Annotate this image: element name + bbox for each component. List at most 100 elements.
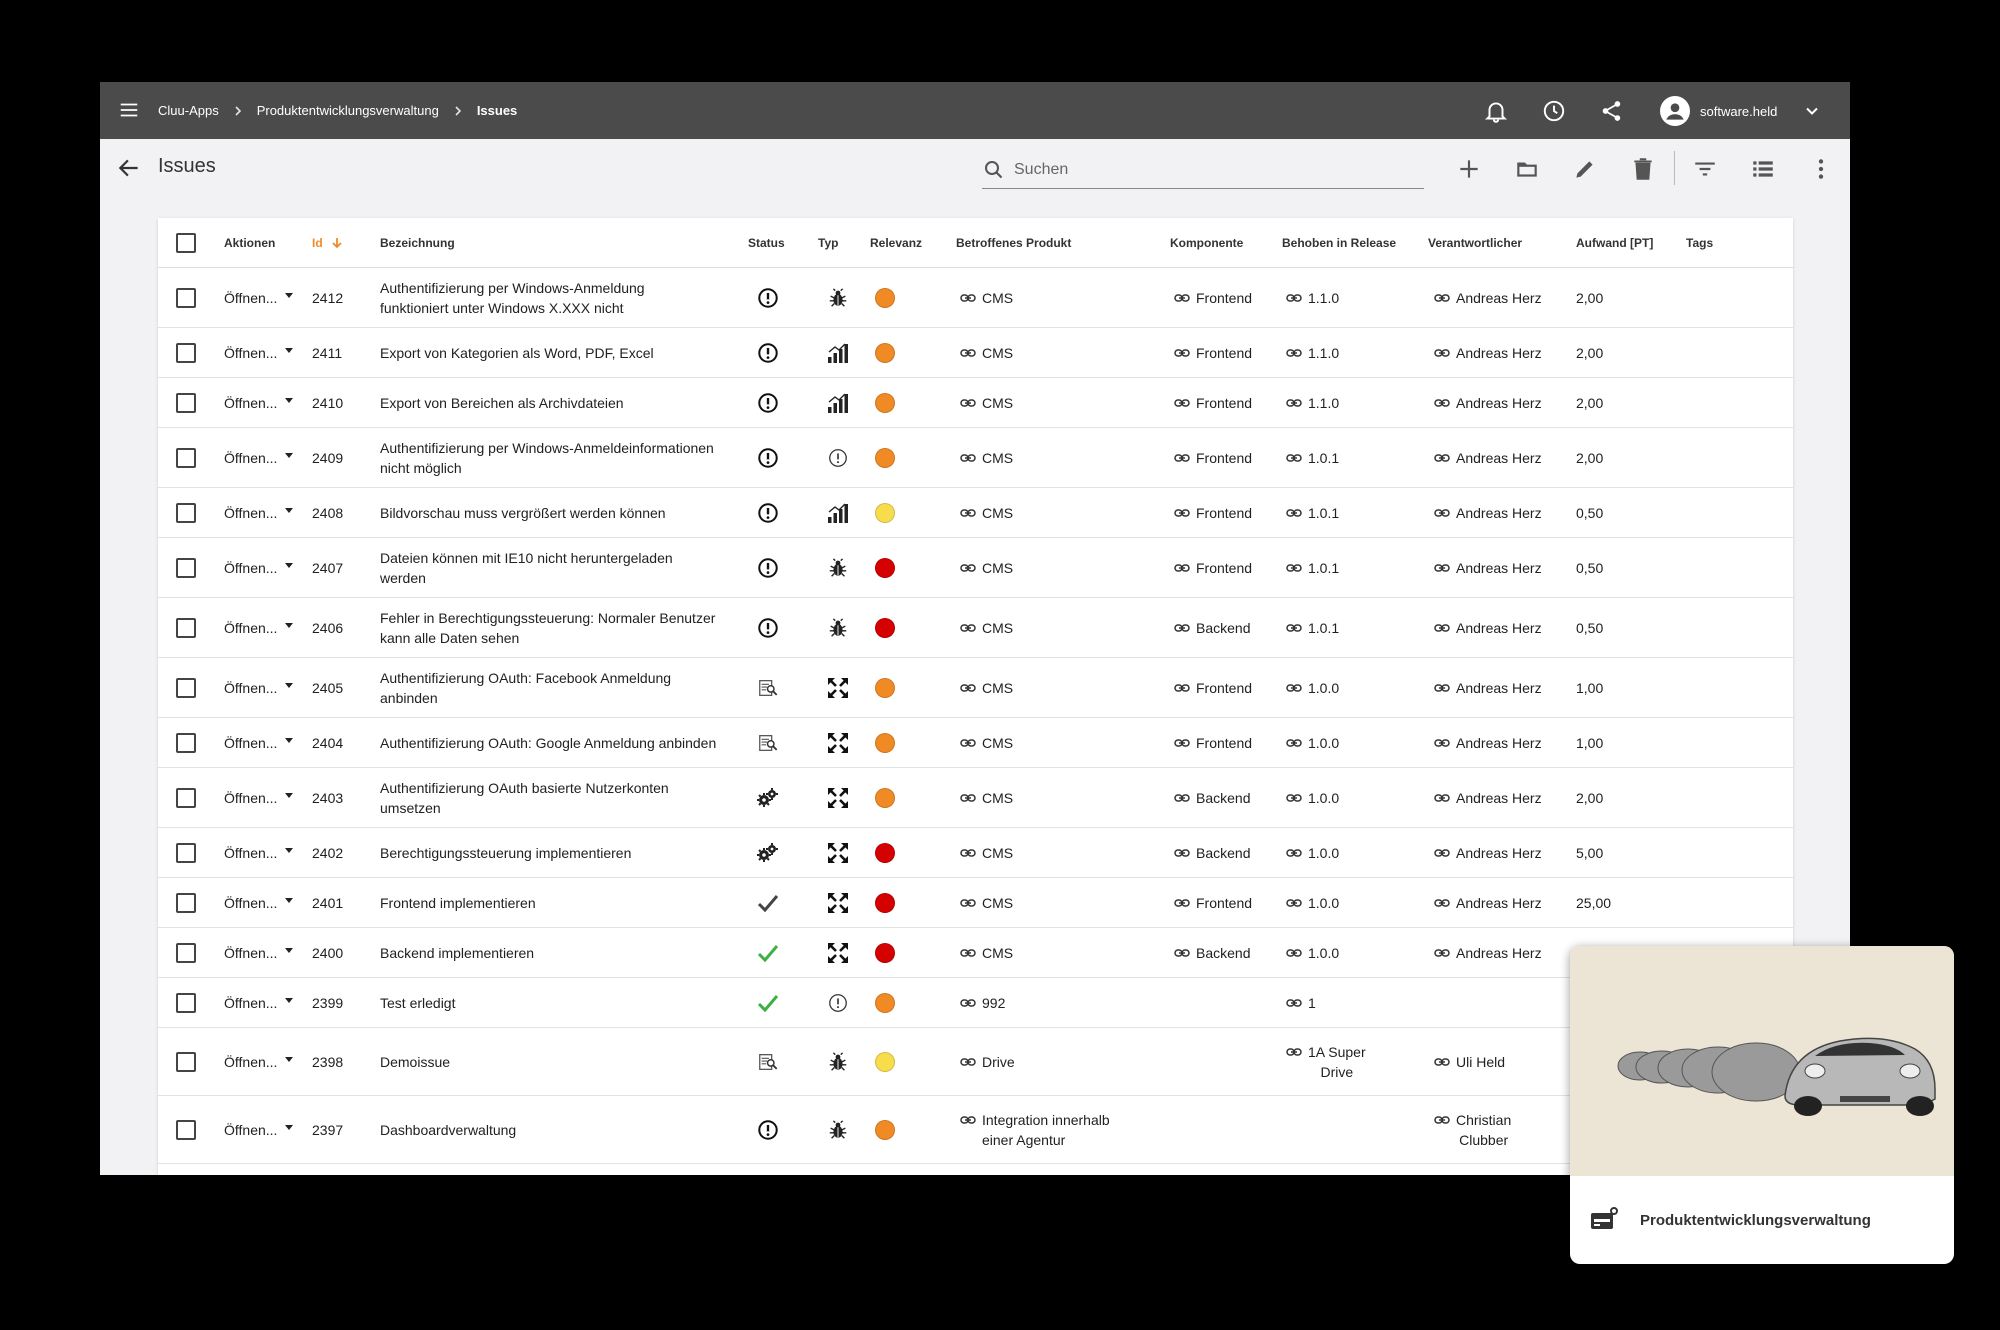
app-card[interactable]: Produktentwicklungsverwaltung [1570, 946, 1954, 1264]
row-checkbox[interactable] [176, 787, 196, 808]
row-checkbox[interactable] [176, 287, 196, 308]
issue-title[interactable]: Test erledigt [380, 978, 748, 1027]
action-dropdown[interactable]: Öffnen... [224, 978, 294, 1027]
filter-icon[interactable] [1692, 156, 1718, 182]
product-link[interactable]: CMS [960, 428, 1160, 487]
add-icon[interactable] [1456, 156, 1482, 182]
row-checkbox[interactable] [176, 617, 196, 638]
action-dropdown[interactable]: Öffnen... [224, 488, 294, 537]
release-link[interactable]: 1A Super Drive [1286, 1028, 1406, 1095]
issue-title[interactable]: Authentifizierung OAuth: Google Anmeldun… [380, 718, 748, 767]
col-relevanz[interactable]: Relevanz [870, 218, 922, 268]
release-link[interactable]: 1.0.0 [1286, 768, 1406, 827]
folder-icon[interactable] [1514, 156, 1540, 182]
row-checkbox[interactable] [176, 732, 196, 753]
col-release[interactable]: Behoben in Release [1282, 218, 1396, 268]
owner-link[interactable]: Christian Clubber [1434, 1096, 1574, 1163]
issue-title[interactable]: Demoissue [380, 1028, 748, 1095]
list-view-icon[interactable] [1750, 156, 1776, 182]
release-link[interactable]: 1.0.0 [1286, 828, 1406, 877]
owner-link[interactable]: Andreas Herz [1434, 378, 1574, 427]
row-checkbox[interactable] [176, 342, 196, 363]
action-dropdown[interactable]: Öffnen... [224, 378, 294, 427]
action-dropdown[interactable]: Öffnen... [224, 828, 294, 877]
issue-title[interactable]: Fehler in Berechtigungssteuerung: Normal… [380, 598, 748, 657]
table-row[interactable]: Öffnen... 2405 Authentifizierung OAuth: Fa… [158, 658, 1793, 718]
col-typ[interactable]: Typ [818, 218, 858, 268]
release-link[interactable]: 1.1.0 [1286, 268, 1406, 327]
issue-title[interactable]: Export von Kategorien als Word, PDF, Exc… [380, 328, 748, 377]
row-checkbox[interactable] [176, 892, 196, 913]
component-link[interactable]: Frontend [1174, 658, 1252, 717]
clock-icon[interactable] [1541, 98, 1567, 124]
owner-link[interactable]: Andreas Herz [1434, 658, 1574, 717]
owner-link[interactable]: Andreas Herz [1434, 538, 1574, 597]
table-row[interactable]: Öffnen... 2400 Backend implementieren CMS Ba… [158, 928, 1793, 978]
action-dropdown[interactable]: Öffnen... [224, 1096, 294, 1163]
action-dropdown[interactable]: Öffnen... [224, 328, 294, 377]
table-row[interactable]: Öffnen... 2403 Authentifizierung OAuth bas… [158, 768, 1793, 828]
product-link[interactable]: CMS [960, 538, 1160, 597]
col-tags[interactable]: Tags [1686, 218, 1713, 268]
action-dropdown[interactable]: Öffnen... [224, 428, 294, 487]
release-link[interactable]: 1.0.0 [1286, 878, 1406, 927]
release-link[interactable]: 1.0.0 [1286, 718, 1406, 767]
issue-title[interactable]: Authentifizierung OAuth basierte Nutzerk… [380, 768, 748, 827]
owner-link[interactable]: Uli Held [1434, 1028, 1574, 1095]
col-verantwortlicher[interactable]: Verantwortlicher [1428, 218, 1522, 268]
col-komponente[interactable]: Komponente [1170, 218, 1243, 268]
component-link[interactable]: Frontend [1174, 538, 1252, 597]
action-dropdown[interactable]: Öffnen... [224, 598, 294, 657]
action-dropdown[interactable]: Öffnen... [224, 538, 294, 597]
col-bezeichnung[interactable]: Bezeichnung [380, 218, 748, 268]
table-row[interactable]: Öffnen... 2399 Test erledigt 992 1 [158, 978, 1793, 1028]
trash-icon[interactable] [1630, 156, 1656, 182]
table-row[interactable]: Öffnen... 2410 Export von Bereichen als Ar… [158, 378, 1793, 428]
action-dropdown[interactable]: Öffnen... [224, 928, 294, 977]
table-row[interactable]: Öffnen... 2408 Bildvorschau muss vergrößer… [158, 488, 1793, 538]
row-checkbox[interactable] [176, 502, 196, 523]
row-checkbox[interactable] [176, 992, 196, 1013]
product-link[interactable]: Drive [960, 1028, 1160, 1095]
component-link[interactable]: Frontend [1174, 378, 1252, 427]
component-link[interactable]: Backend [1174, 768, 1250, 827]
row-checkbox[interactable] [176, 1119, 196, 1140]
issue-title[interactable]: Backend implementieren [380, 928, 748, 977]
owner-link[interactable]: Andreas Herz [1434, 488, 1574, 537]
product-link[interactable]: CMS [960, 598, 1160, 657]
col-id[interactable]: Id [312, 218, 343, 268]
table-row[interactable]: Öffnen... 2409 Authentifizierung per Windo… [158, 428, 1793, 488]
component-link[interactable]: Frontend [1174, 428, 1252, 487]
release-link[interactable]: 1.0.1 [1286, 488, 1406, 537]
issue-title[interactable]: Export von Bereichen als Archivdateien [380, 378, 748, 427]
issue-title[interactable]: Berechtigungssteuerung implementieren [380, 828, 748, 877]
owner-link[interactable]: Andreas Herz [1434, 878, 1574, 927]
product-link[interactable]: CMS [960, 658, 1160, 717]
release-link[interactable]: 1.0.0 [1286, 928, 1406, 977]
release-link[interactable]: 1.1.0 [1286, 328, 1406, 377]
row-checkbox[interactable] [176, 842, 196, 863]
breadcrumb-item-apps[interactable]: Cluu-Apps [158, 103, 219, 118]
table-row[interactable]: Öffnen... 2402 Berechtigungssteuerung impl… [158, 828, 1793, 878]
component-link[interactable]: Frontend [1174, 328, 1252, 377]
owner-link[interactable]: Andreas Herz [1434, 768, 1574, 827]
search-input[interactable] [1014, 160, 1394, 179]
product-link[interactable]: 992 [960, 978, 1160, 1027]
issue-title[interactable]: Dateien können mit IE10 nicht herunterge… [380, 538, 748, 597]
row-checkbox[interactable] [176, 677, 196, 698]
action-dropdown[interactable]: Öffnen... [224, 1028, 294, 1095]
col-status[interactable]: Status [748, 218, 788, 268]
release-link[interactable]: 1 [1286, 978, 1406, 1027]
table-row[interactable]: Öffnen... 2407 Dateien können mit IE10 nic… [158, 538, 1793, 598]
issue-title[interactable]: Dashboardverwaltung [380, 1096, 748, 1163]
action-dropdown[interactable]: Öffnen... [224, 718, 294, 767]
col-aufwand[interactable]: Aufwand [PT] [1576, 218, 1653, 268]
component-link[interactable]: Frontend [1174, 878, 1252, 927]
action-dropdown[interactable]: Öffnen... [224, 768, 294, 827]
owner-link[interactable]: Andreas Herz [1434, 428, 1574, 487]
owner-link[interactable]: Andreas Herz [1434, 718, 1574, 767]
release-link[interactable]: 1.0.0 [1286, 658, 1406, 717]
search-box[interactable] [982, 151, 1424, 189]
more-vert-icon[interactable] [1808, 156, 1834, 182]
table-row[interactable]: Öffnen... 2397 Dashboardverwaltung Integrat… [158, 1096, 1793, 1164]
